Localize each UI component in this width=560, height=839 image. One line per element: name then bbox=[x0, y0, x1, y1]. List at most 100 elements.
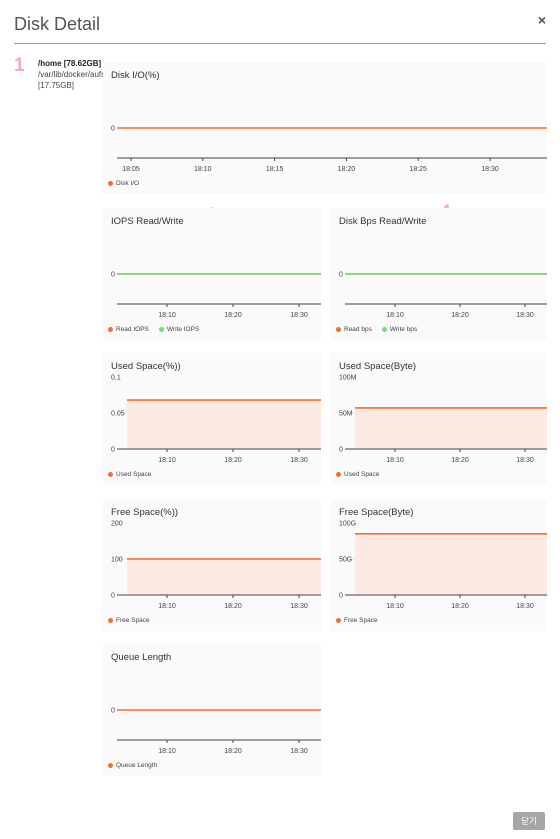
y-tick-label: 0 bbox=[339, 272, 343, 279]
x-tick-label: 18:30 bbox=[290, 748, 308, 755]
close-button[interactable]: 닫기 bbox=[513, 812, 545, 830]
legend-dot-icon bbox=[158, 327, 164, 332]
legend-dot-icon bbox=[108, 181, 113, 186]
y-tick-label: 200 bbox=[111, 521, 123, 528]
dialog-title: Disk Detail bbox=[14, 14, 101, 34]
chart-title: Free Space(Byte) bbox=[339, 507, 414, 518]
area-fill bbox=[355, 407, 547, 449]
disk-list: /home [78.62GB] /var/lib/docker/aufs [17… bbox=[38, 58, 110, 91]
y-tick-label: 0 bbox=[339, 447, 343, 454]
legend-item[interactable]: Used Space bbox=[108, 471, 151, 478]
x-tick-label: 18:20 bbox=[451, 457, 469, 464]
legend-item[interactable]: Queue Length bbox=[108, 762, 157, 769]
header-divider bbox=[14, 43, 546, 44]
legend-label: Write IOPS bbox=[166, 326, 200, 333]
x-tick-label: 18:30 bbox=[516, 457, 534, 464]
y-tick-label: 0 bbox=[111, 708, 115, 715]
y-tick-label: 0 bbox=[111, 447, 115, 454]
x-tick-label: 18:05 bbox=[122, 166, 140, 173]
legend-item[interactable]: Free Space bbox=[336, 617, 378, 624]
legend-label: Used Space bbox=[116, 471, 152, 478]
chart-panel-disk-io: Disk I/O(%) 0 18:05 18:10 18:15 18:20 18:25 18:… bbox=[103, 62, 547, 194]
disk-item-docker-path[interactable]: /var/lib/docker/aufs bbox=[38, 69, 110, 80]
legend-dot-icon bbox=[108, 618, 113, 623]
chart-panel-used-pct: Used Space(%)) 0.1 0.05 0 18:10 18:20 18:30 Use… bbox=[103, 353, 321, 485]
area-fill bbox=[127, 400, 321, 449]
legend-dot-icon bbox=[108, 763, 113, 768]
disk-item-docker-size[interactable]: [17.75GB] bbox=[38, 80, 110, 91]
chart-panel-used-byte: Used Space(Byte) 100M 50M 0 18:10 18:20 18:30 U… bbox=[331, 353, 547, 485]
area-fill bbox=[127, 559, 321, 595]
x-tick-label: 18:20 bbox=[224, 603, 242, 610]
disk-item-home[interactable]: /home [78.62GB] bbox=[38, 58, 110, 69]
legend-label: Used Space bbox=[344, 471, 380, 478]
chart-svg-disk-io: 0 18:05 18:10 18:15 18:20 18:25 18:30 bbox=[111, 126, 547, 173]
chart-svg-free-pct: 200 100 0 18:10 18:20 18:30 bbox=[111, 521, 321, 610]
chart-title: Used Space(Byte) bbox=[339, 361, 417, 372]
x-tick-label: 18:30 bbox=[481, 166, 499, 173]
chart-svg-iops: 0 18:10 18:20 18:30 bbox=[111, 272, 321, 319]
y-tick-label: 50M bbox=[339, 411, 353, 418]
chart-title: Free Space(%)) bbox=[111, 507, 179, 518]
legend-label: Free Space bbox=[344, 617, 378, 624]
dialog-header: Disk Detail × bbox=[0, 0, 560, 44]
x-tick-label: 18:30 bbox=[516, 603, 534, 610]
y-tick-label: 100 bbox=[111, 557, 123, 564]
x-tick-label: 18:25 bbox=[409, 166, 427, 173]
legend-label: Queue Length bbox=[116, 762, 158, 769]
chart-title: Queue Length bbox=[111, 652, 172, 663]
legend-dot-icon bbox=[336, 472, 341, 477]
y-tick-label: 0 bbox=[111, 272, 115, 279]
x-tick-label: 18:20 bbox=[451, 603, 469, 610]
chart-legend: Queue Length bbox=[108, 762, 157, 769]
legend-dot-icon bbox=[336, 618, 341, 623]
legend-label: Read IOPS bbox=[116, 326, 149, 333]
legend-item[interactable]: Write bps bbox=[381, 326, 417, 333]
x-tick-label: 18:10 bbox=[386, 603, 404, 610]
x-tick-label: 18:15 bbox=[266, 166, 284, 173]
legend-item[interactable]: Read bps bbox=[336, 326, 372, 333]
legend-item[interactable]: Write IOPS bbox=[158, 326, 200, 333]
legend-dot-icon bbox=[108, 327, 113, 332]
legend-item[interactable]: Used Space bbox=[336, 471, 379, 478]
chart-panel-iops: IOPS Read/Write 0 18:10 18:20 18:30 Read IOPS… bbox=[103, 208, 321, 340]
chart-svg-free-byte: 100G 50G 0 18:10 18:20 18:30 bbox=[339, 521, 547, 610]
x-tick-label: 18:30 bbox=[290, 457, 308, 464]
x-tick-label: 18:10 bbox=[386, 457, 404, 464]
y-tick-label: 50G bbox=[339, 557, 352, 564]
x-tick-label: 18:20 bbox=[451, 312, 469, 319]
chart-svg-queue: 0 18:10 18:20 18:30 bbox=[111, 708, 321, 755]
x-tick-label: 18:20 bbox=[224, 748, 242, 755]
chart-legend: Free Space bbox=[336, 617, 378, 624]
x-tick-label: 18:10 bbox=[158, 748, 176, 755]
close-icon[interactable]: × bbox=[538, 12, 546, 28]
legend-dot-icon bbox=[108, 472, 113, 477]
x-tick-label: 18:20 bbox=[224, 457, 242, 464]
chart-title: Disk I/O(%) bbox=[111, 70, 160, 81]
legend-item[interactable]: Read IOPS bbox=[108, 326, 149, 333]
legend-item[interactable]: Disk I/O bbox=[108, 180, 139, 187]
y-tick-label: 0 bbox=[111, 593, 115, 600]
x-tick-label: 18:30 bbox=[516, 312, 534, 319]
chart-panel-bps: Disk Bps Read/Write 0 18:10 18:20 18:30 Read … bbox=[331, 208, 547, 340]
x-tick-label: 18:10 bbox=[194, 166, 212, 173]
y-tick-label: 0.05 bbox=[111, 411, 125, 418]
legend-item[interactable]: Free Space bbox=[108, 617, 150, 624]
chart-title: IOPS Read/Write bbox=[111, 216, 184, 227]
x-tick-label: 18:10 bbox=[158, 603, 176, 610]
chart-panel-free-pct: Free Space(%)) 200 100 0 18:10 18:20 18:30 Free… bbox=[103, 499, 321, 631]
legend-label: Disk I/O bbox=[116, 180, 140, 187]
x-tick-label: 18:20 bbox=[224, 312, 242, 319]
y-tick-label: 0 bbox=[339, 593, 343, 600]
x-tick-label: 18:10 bbox=[386, 312, 404, 319]
x-tick-label: 18:20 bbox=[338, 166, 356, 173]
chart-panel-free-byte: Free Space(Byte) 100G 50G 0 18:10 18:20 18:30 F… bbox=[331, 499, 547, 631]
chart-svg-used-pct: 0.1 0.05 0 18:10 18:20 18:30 bbox=[111, 375, 321, 464]
chart-legend: Free Space bbox=[108, 617, 150, 624]
x-tick-label: 18:10 bbox=[158, 312, 176, 319]
y-tick-label: 0.1 bbox=[111, 375, 121, 382]
y-tick-label: 100G bbox=[339, 521, 356, 528]
y-tick-label: 100M bbox=[339, 375, 357, 382]
x-tick-label: 18:30 bbox=[290, 603, 308, 610]
chart-legend: Used Space bbox=[336, 471, 379, 478]
